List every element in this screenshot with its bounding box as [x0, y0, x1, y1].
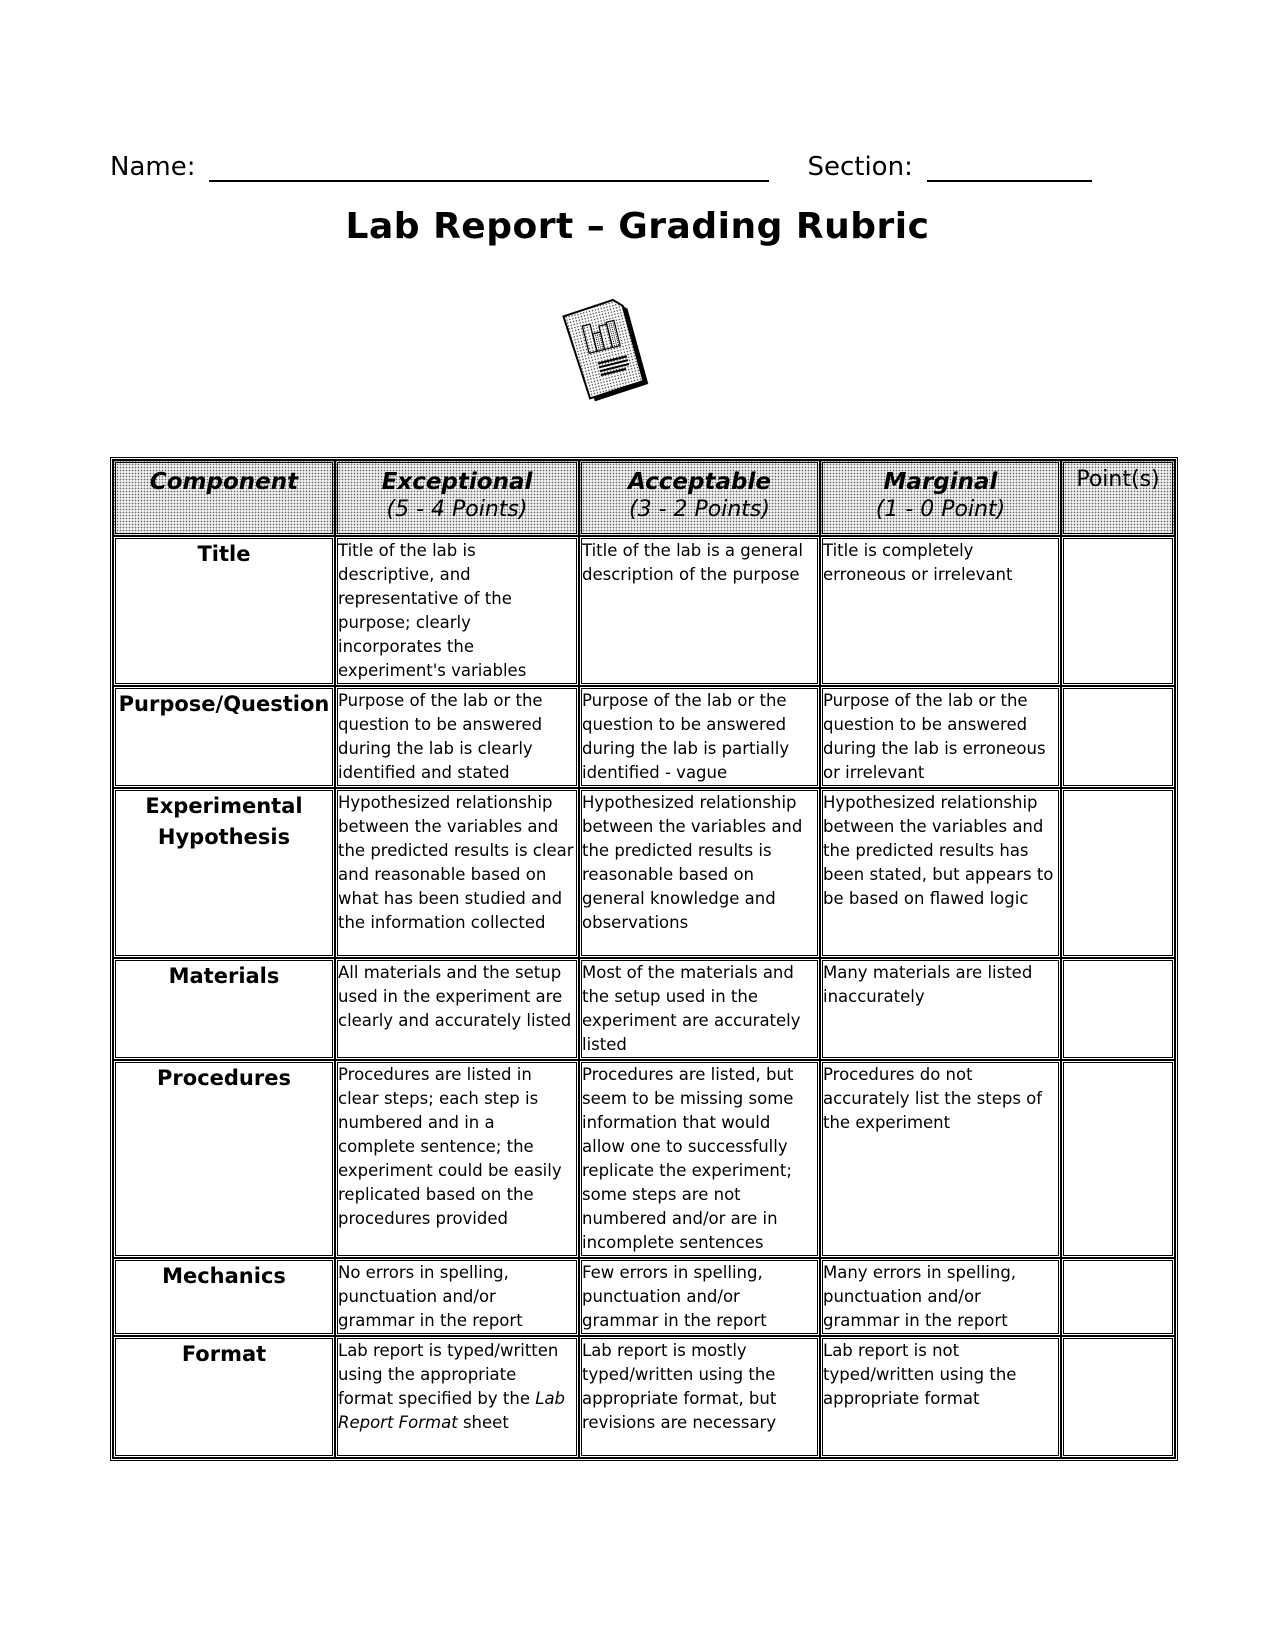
acceptable-cell: Title of the lab is a general descriptio… — [579, 536, 820, 686]
acceptable-cell: Procedures are listed, but seem to be mi… — [579, 1060, 820, 1258]
acceptable-cell: Most of the materials and the setup used… — [579, 958, 820, 1060]
exceptional-cell: All materials and the setup used in the … — [335, 958, 579, 1060]
marginal-cell: Lab report is not typed/written using th… — [820, 1336, 1061, 1458]
component-cell: Title — [113, 536, 335, 686]
component-cell: Procedures — [113, 1060, 335, 1258]
name-section-line: Name: Section: — [110, 150, 1110, 182]
points-cell[interactable] — [1061, 536, 1175, 686]
marginal-cell: Many errors in spelling, punctuation and… — [820, 1258, 1061, 1336]
header-row: Component Exceptional (5 - 4 Points) Acc… — [113, 460, 1175, 536]
component-cell: Format — [113, 1336, 335, 1458]
component-cell: Mechanics — [113, 1258, 335, 1336]
points-cell[interactable] — [1061, 1258, 1175, 1336]
table-row: Procedures Procedures are listed in clea… — [113, 1060, 1175, 1258]
acceptable-cell: Lab report is mostly typed/written using… — [579, 1336, 820, 1458]
points-cell[interactable] — [1061, 1336, 1175, 1458]
header-subtitle: (5 - 4 Points) — [386, 497, 528, 522]
header-title: Point(s) — [1076, 467, 1160, 492]
acceptable-cell: Hypothesized relationship between the va… — [579, 788, 820, 958]
component-cell: Materials — [113, 958, 335, 1060]
grading-rubric-table: Component Exceptional (5 - 4 Points) Acc… — [110, 457, 1178, 1461]
marginal-cell: Procedures do not accurately list the st… — [820, 1060, 1061, 1258]
page-title: Lab Report – Grading Rubric — [345, 206, 930, 247]
exceptional-text: Lab report is typed/written using the ap… — [338, 1341, 559, 1408]
exceptional-cell: No errors in spelling, punctuation and/o… — [335, 1258, 579, 1336]
table-row: Mechanics No errors in spelling, punctua… — [113, 1258, 1175, 1336]
exceptional-cell: Lab report is typed/written using the ap… — [335, 1336, 579, 1458]
section-blank-field[interactable] — [926, 150, 1092, 182]
header-title: Marginal — [883, 469, 998, 495]
marginal-cell: Many materials are listed inaccurately — [820, 958, 1061, 1060]
marginal-cell: Purpose of the lab or the question to be… — [820, 686, 1061, 788]
component-cell: Experimental Hypothesis — [113, 788, 335, 958]
lab-report-document-icon — [562, 298, 649, 402]
exceptional-text-suffix: sheet — [457, 1413, 509, 1432]
points-cell[interactable] — [1061, 1060, 1175, 1258]
table-row: Materials All materials and the setup us… — [113, 958, 1175, 1060]
header-subtitle: (3 - 2 Points) — [629, 497, 770, 522]
table-row: Purpose/Question Purpose of the lab or t… — [113, 686, 1175, 788]
header-title: Acceptable — [628, 469, 771, 495]
header-subtitle: (1 - 0 Point) — [875, 497, 1006, 522]
points-cell[interactable] — [1061, 788, 1175, 958]
acceptable-cell: Few errors in spelling, punctuation and/… — [579, 1258, 820, 1336]
exceptional-cell: Title of the lab is descriptive, and rep… — [335, 536, 579, 686]
marginal-cell: Title is completely erroneous or irrelev… — [820, 536, 1061, 686]
points-cell[interactable] — [1061, 958, 1175, 1060]
header-marginal: Marginal (1 - 0 Point) — [820, 460, 1061, 536]
header-component: Component — [113, 460, 335, 536]
component-cell: Purpose/Question — [113, 686, 335, 788]
exceptional-cell: Procedures are listed in clear steps; ea… — [335, 1060, 579, 1258]
header-points: Point(s) — [1061, 460, 1175, 536]
header-title: Exceptional — [381, 469, 533, 495]
table-row: Title Title of the lab is descriptive, a… — [113, 536, 1175, 686]
table-row: Format Lab report is typed/written using… — [113, 1336, 1175, 1458]
header-title: Component — [149, 469, 299, 495]
marginal-cell: Hypothesized relationship between the va… — [820, 788, 1061, 958]
points-cell[interactable] — [1061, 686, 1175, 788]
header-exceptional: Exceptional (5 - 4 Points) — [335, 460, 579, 536]
acceptable-cell: Purpose of the lab or the question to be… — [579, 686, 820, 788]
section-label: Section: — [807, 152, 913, 182]
table-row: Experimental Hypothesis Hypothesized rel… — [113, 788, 1175, 958]
name-blank-field[interactable] — [209, 150, 770, 182]
exceptional-cell: Hypothesized relationship between the va… — [335, 788, 579, 958]
header-acceptable: Acceptable (3 - 2 Points) — [579, 460, 820, 536]
exceptional-cell: Purpose of the lab or the question to be… — [335, 686, 579, 788]
name-label: Name: — [110, 152, 196, 182]
